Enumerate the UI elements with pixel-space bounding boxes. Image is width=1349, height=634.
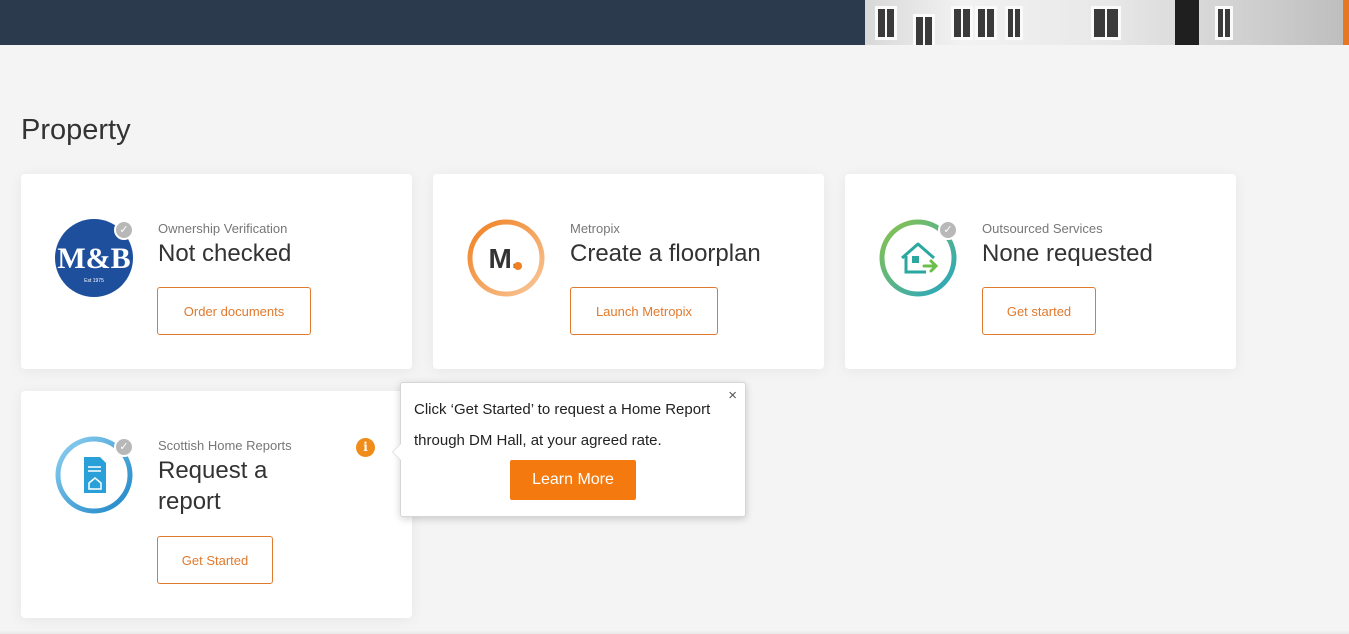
card-scottish-home-reports: ✓ Scottish Home Reports Request a report… xyxy=(21,391,412,618)
header-house-image xyxy=(865,0,1349,45)
card-metropix: M. Metropix Create a floorplan Launch Me… xyxy=(433,174,824,369)
home-report-tooltip: × Click ‘Get Started’ to request a Home … xyxy=(392,382,746,517)
check-icon: ✓ xyxy=(938,220,958,240)
card-kicker: Outsourced Services xyxy=(982,221,1103,236)
card-headline: None requested xyxy=(982,240,1153,267)
card-kicker: Metropix xyxy=(570,221,620,236)
check-icon: ✓ xyxy=(114,220,134,240)
launch-metropix-button[interactable]: Launch Metropix xyxy=(570,287,718,335)
card-ownership-verification: M&B Est 1975 ✓ Ownership Verification No… xyxy=(21,174,412,369)
m-and-b-logo-subtext: Est 1975 xyxy=(84,278,104,284)
learn-more-button[interactable]: Learn More xyxy=(510,460,636,500)
check-icon: ✓ xyxy=(114,437,134,457)
get-started-home-report-button[interactable]: Get Started xyxy=(157,536,273,584)
tooltip-text: Click ‘Get Started’ to request a Home Re… xyxy=(414,401,711,449)
page-title: Property xyxy=(21,114,131,146)
card-headline: Request a report xyxy=(158,457,268,515)
metropix-logo-dot xyxy=(514,262,522,270)
metropix-logo: M. xyxy=(467,219,545,297)
get-started-services-button[interactable]: Get started xyxy=(982,287,1096,335)
page-bottom-divider xyxy=(0,630,1349,634)
m-and-b-logo-text: M&B xyxy=(57,242,130,275)
order-documents-button[interactable]: Order documents xyxy=(157,287,311,335)
card-kicker: Ownership Verification xyxy=(158,221,288,236)
card-headline: Not checked xyxy=(158,240,292,267)
metropix-logo-text: M. xyxy=(488,243,519,274)
top-header-bar xyxy=(0,0,1349,45)
card-kicker: Scottish Home Reports xyxy=(158,438,292,453)
card-headline: Create a floorplan xyxy=(570,240,761,267)
card-outsourced-services: ✓ Outsourced Services None requested Get… xyxy=(845,174,1236,369)
info-icon[interactable]: i xyxy=(356,438,375,457)
